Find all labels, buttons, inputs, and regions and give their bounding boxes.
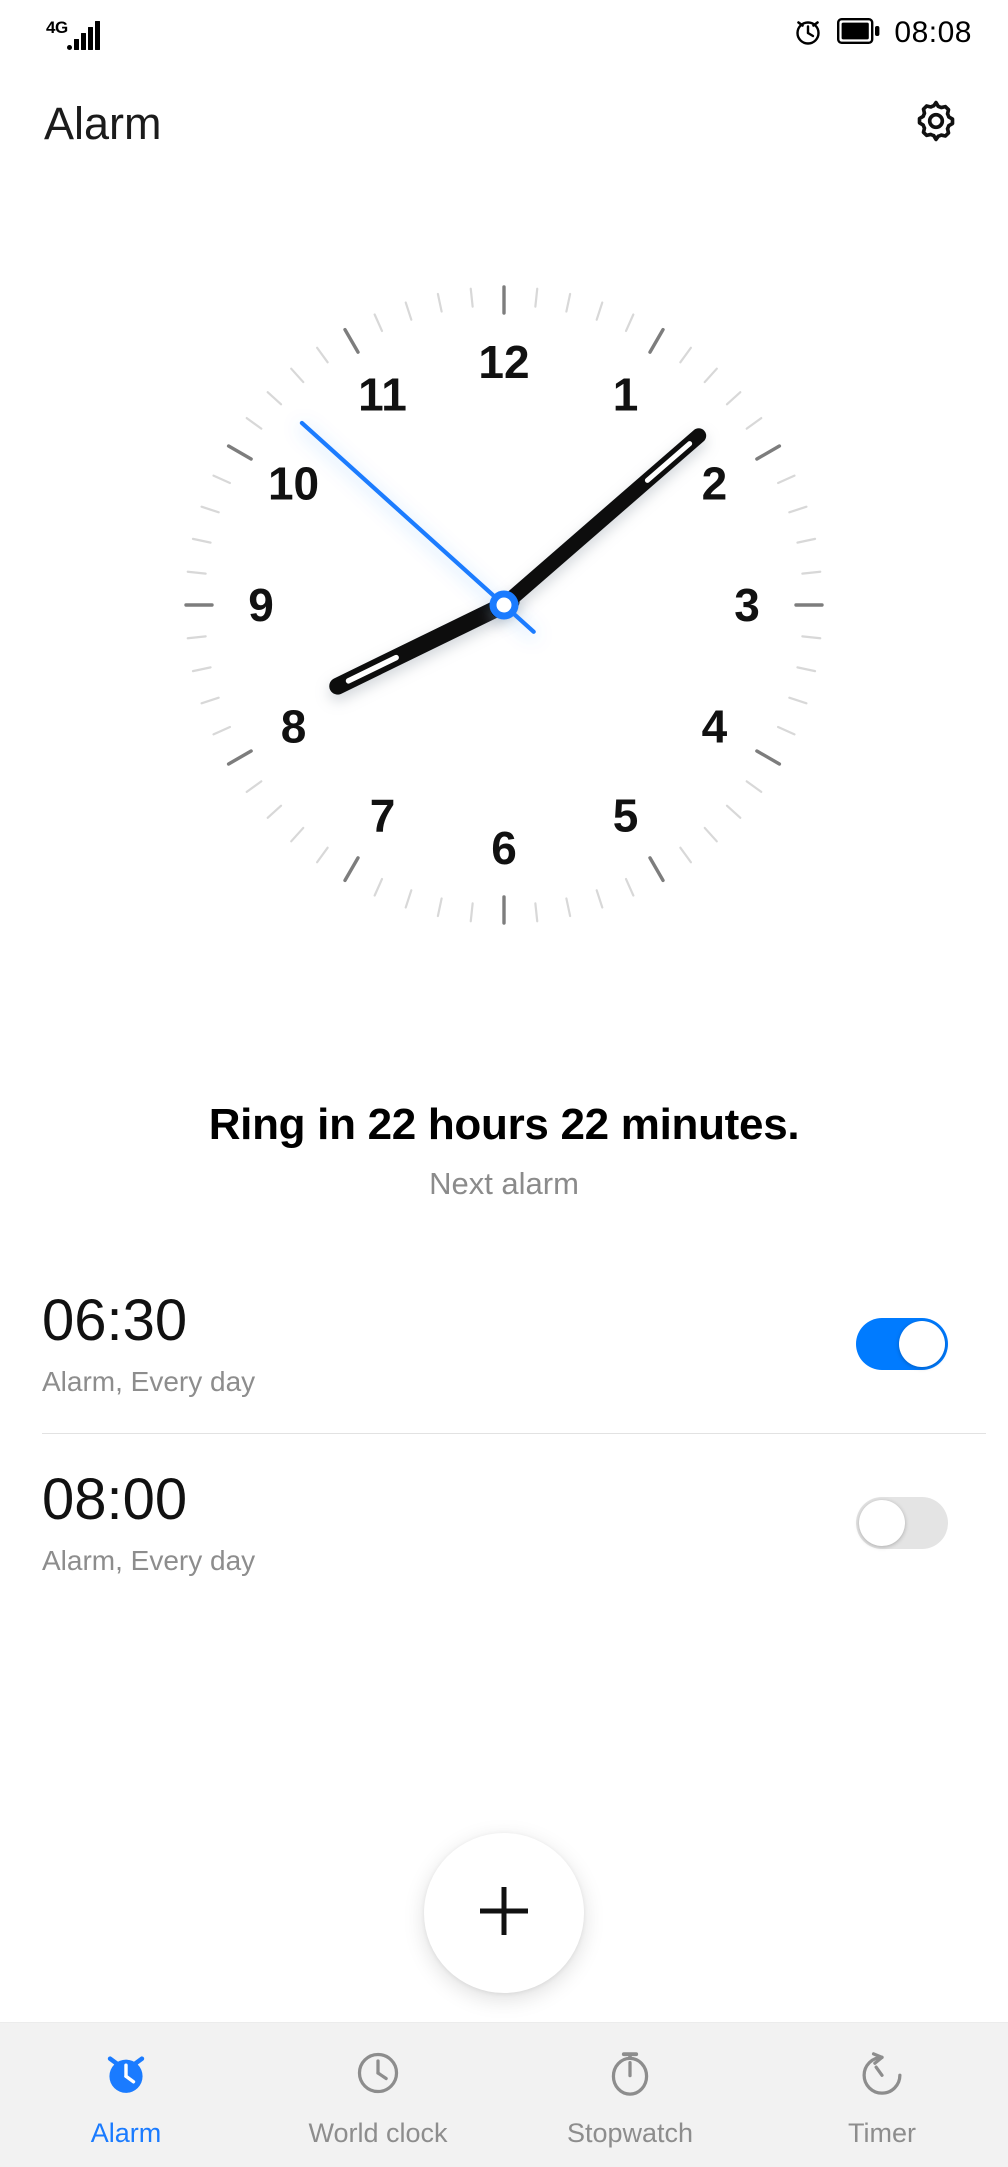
nav-label-stopwatch: Stopwatch bbox=[566, 2118, 694, 2148]
add-alarm-button[interactable] bbox=[424, 1833, 584, 1993]
signal-bars-icon: 4G bbox=[44, 16, 100, 50]
svg-text:12: 12 bbox=[478, 336, 529, 388]
nav-item-timer[interactable]: Timer bbox=[756, 2023, 1008, 2167]
alarm-app-screen: 4G 08:08 Alarm 1 2 3 4 5 6 7 8 9 10 11 1… bbox=[0, 0, 1008, 2167]
bottom-navigation: Alarm World clock Stopwatch Timer bbox=[0, 2022, 1008, 2167]
plus-icon bbox=[473, 1880, 535, 1947]
status-bar-right: 08:08 bbox=[792, 15, 972, 52]
alarm-time: 06:30 bbox=[42, 1288, 188, 1354]
svg-text:2: 2 bbox=[702, 458, 728, 510]
timer-icon bbox=[856, 2047, 908, 2104]
alarm-list-item[interactable]: 08:00 Alarm, Every day bbox=[0, 1434, 1008, 1612]
svg-text:7: 7 bbox=[370, 789, 396, 841]
status-bar-clock: 08:08 bbox=[894, 16, 972, 49]
svg-text:11: 11 bbox=[358, 369, 407, 421]
alarm-list-item[interactable]: 06:30 Alarm, Every day bbox=[0, 1255, 1008, 1433]
network-type-label: 4G bbox=[46, 18, 68, 37]
svg-text:3: 3 bbox=[734, 579, 760, 631]
alarm-time: 08:00 bbox=[42, 1467, 188, 1533]
stopwatch-icon bbox=[604, 2047, 656, 2104]
nav-item-world-clock[interactable]: World clock bbox=[252, 2023, 504, 2167]
clock-face: 123456789101112 bbox=[184, 285, 824, 925]
nav-label-timer: Timer bbox=[848, 2118, 916, 2148]
alarm-description: Alarm, Every day bbox=[42, 1365, 256, 1397]
svg-text:10: 10 bbox=[268, 458, 319, 510]
alarm-clock-icon bbox=[792, 15, 824, 52]
toggle-knob bbox=[859, 1500, 905, 1546]
analog-clock: 1 2 3 4 5 6 7 8 9 10 11 12 bbox=[0, 255, 1008, 955]
alarm-toggle[interactable] bbox=[856, 1318, 948, 1370]
toggle-knob bbox=[899, 1321, 945, 1367]
svg-text:1: 1 bbox=[613, 369, 639, 421]
nav-label-alarm: Alarm bbox=[90, 2118, 162, 2148]
page-title: Alarm bbox=[44, 97, 162, 149]
next-alarm-subtitle: Next alarm bbox=[429, 1166, 579, 1201]
svg-text:4: 4 bbox=[702, 701, 728, 753]
nav-item-stopwatch[interactable]: Stopwatch bbox=[504, 2023, 756, 2167]
svg-text:6: 6 bbox=[491, 822, 517, 874]
settings-button[interactable] bbox=[906, 94, 966, 154]
svg-text:8: 8 bbox=[281, 701, 307, 753]
alarm-toggle[interactable] bbox=[856, 1497, 948, 1549]
alarm-clock-icon bbox=[100, 2047, 152, 2104]
clock-icon bbox=[352, 2047, 404, 2104]
alarm-list: 06:30 Alarm, Every day 08:00 Alarm, Ever… bbox=[0, 1255, 1008, 1612]
gear-icon bbox=[913, 98, 959, 149]
status-bar: 4G 08:08 bbox=[0, 0, 1008, 66]
app-bar: Alarm bbox=[0, 66, 1008, 181]
nav-item-alarm[interactable]: Alarm bbox=[0, 2023, 252, 2167]
svg-text:9: 9 bbox=[248, 579, 274, 631]
alarm-description: Alarm, Every day bbox=[42, 1544, 256, 1576]
nav-label-world-clock: World clock bbox=[308, 2118, 448, 2148]
next-alarm-info: Ring in 22 hours 22 minutes. Next alarm bbox=[0, 1100, 1008, 1202]
next-alarm-headline: Ring in 22 hours 22 minutes. bbox=[208, 1100, 800, 1149]
status-bar-left: 4G bbox=[44, 16, 100, 50]
battery-full-icon bbox=[837, 17, 881, 49]
svg-text:5: 5 bbox=[613, 789, 639, 841]
